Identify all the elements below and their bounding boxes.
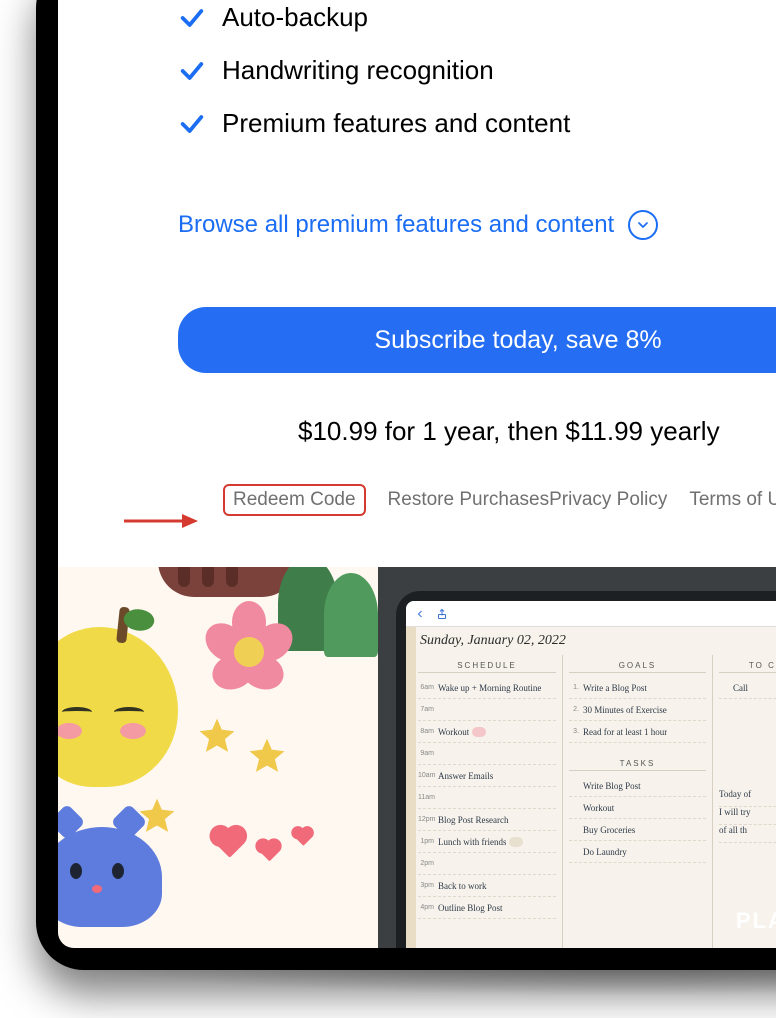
price-text: $10.99 for 1 year, then $11.99 yearly [298,416,720,447]
doodle-star [198,717,236,755]
share-icon[interactable] [436,608,448,620]
planner-note-line: of all th [719,825,776,843]
planner-row: 1pmLunch with friends [418,831,556,853]
planner-row: 11am [418,787,556,809]
planner-row: 3pmBack to work [418,875,556,897]
subscribe-button[interactable]: Subscribe today, save 8% [178,307,776,373]
gallery-card-planner: Sunday, January 02, 2022 SCHEDULE 6amWak… [378,567,776,948]
planner-row: 3.Read for at least 1 hour [569,721,706,743]
redeem-code-link[interactable]: Redeem Code [223,484,366,516]
feature-list: Auto-backup Handwriting recognition Prem… [178,2,570,161]
browse-premium-link[interactable]: Browse all premium features and content [178,211,614,239]
back-icon[interactable] [414,608,426,620]
planner-row: 12pmBlog Post Research [418,809,556,831]
feature-label: Auto-backup [222,2,368,33]
feature-item: Auto-backup [178,2,570,33]
planner-row: 7am [418,699,556,721]
annotation-arrow [124,512,198,530]
restore-purchases-link[interactable]: Restore Purchases [388,489,550,511]
gallery-card-doodles [58,567,378,948]
planner-row: 10amAnswer Emails [418,765,556,787]
tablet-screen: Auto-backup Handwriting recognition Prem… [58,0,776,948]
tablet-bezel: Auto-backup Handwriting recognition Prem… [36,0,776,970]
feature-item: Handwriting recognition [178,55,570,86]
chevron-down-icon[interactable] [628,210,658,240]
doodle-brown-cat [158,567,298,597]
doodle-tree [324,573,378,657]
planner-col-head: TASKS [569,757,706,771]
check-icon [178,57,206,85]
planner-row: Do Laundry [569,841,706,863]
planner-note-line: Today of [719,789,776,807]
planner-row: 8amWorkout [418,721,556,743]
planner-device: Sunday, January 02, 2022 SCHEDULE 6amWak… [396,591,776,948]
planner-col-head: TO CALL [719,659,776,673]
planner-row: Buy Groceries [569,819,706,841]
planner-col-head: GOALS [569,659,706,673]
doodle-star [248,737,286,775]
gallery-label: PLANNER [736,908,776,934]
planner-row: Workout [569,797,706,819]
feature-label: Premium features and content [222,108,570,139]
feature-label: Handwriting recognition [222,55,494,86]
doodle-apple [58,627,178,787]
planner-note-line: I will try [719,807,776,825]
feature-item: Premium features and content [178,108,570,139]
check-icon [178,110,206,138]
planner-row: 6amWake up + Morning Routine [418,677,556,699]
terms-link[interactable]: Terms of U [689,489,776,511]
doodle-star [138,797,176,835]
planner-col-head: SCHEDULE [418,659,556,673]
planner-row: 9am [418,743,556,765]
planner-row: Call [719,677,776,699]
planner-row: Write Blog Post [569,775,706,797]
planner-row: 2pm [418,853,556,875]
planner-row: 2.30 Minutes of Exercise [569,699,706,721]
planner-toolbar [406,601,776,627]
doodle-cat [58,827,162,927]
gallery-strip[interactable]: Sunday, January 02, 2022 SCHEDULE 6amWak… [58,567,776,948]
footer-links: Redeem Code Restore PurchasesPrivacy Pol… [223,484,776,516]
planner-row: 4pmOutline Blog Post [418,897,556,919]
check-icon [178,4,206,32]
planner-date: Sunday, January 02, 2022 [420,633,566,649]
privacy-policy-link[interactable]: Privacy Policy [549,489,667,511]
planner-row: 1.Write a Blog Post [569,677,706,699]
